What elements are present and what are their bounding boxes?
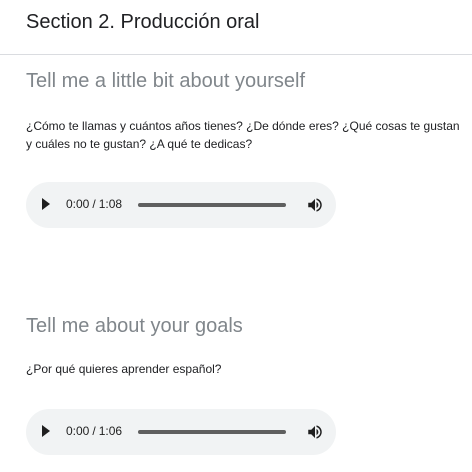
section-title: Section 2. Producción oral [26, 11, 260, 33]
form-page: Section 2. Producción oral Tell me a lit… [0, 0, 472, 472]
volume-icon[interactable] [306, 196, 324, 214]
play-icon[interactable] [42, 198, 50, 210]
time-separator: / [92, 197, 96, 211]
play-icon[interactable] [42, 425, 50, 437]
progress-slider[interactable] [138, 203, 286, 207]
duration: 1:08 [98, 197, 123, 211]
audio-player: 0:00/1:06 [26, 409, 336, 455]
duration: 1:06 [98, 424, 123, 438]
time-display: 0:00/1:08 [66, 197, 122, 211]
question-description: ¿Cómo te llamas y cuántos años tienes? ¿… [26, 119, 460, 151]
section-header: Section 2. Producción oral [0, 0, 472, 55]
progress-slider[interactable] [138, 430, 286, 434]
volume-icon[interactable] [306, 423, 324, 441]
time-separator: / [92, 424, 96, 438]
audio-player: 0:00/1:08 [26, 182, 336, 228]
question-title: Tell me about your goals [26, 315, 243, 337]
current-time: 0:00 [66, 197, 90, 211]
question-title: Tell me a little bit about yourself [26, 70, 306, 92]
time-display: 0:00/1:06 [66, 424, 122, 438]
question-description: ¿Por qué quieres aprender español? [26, 362, 222, 376]
current-time: 0:00 [66, 424, 90, 438]
